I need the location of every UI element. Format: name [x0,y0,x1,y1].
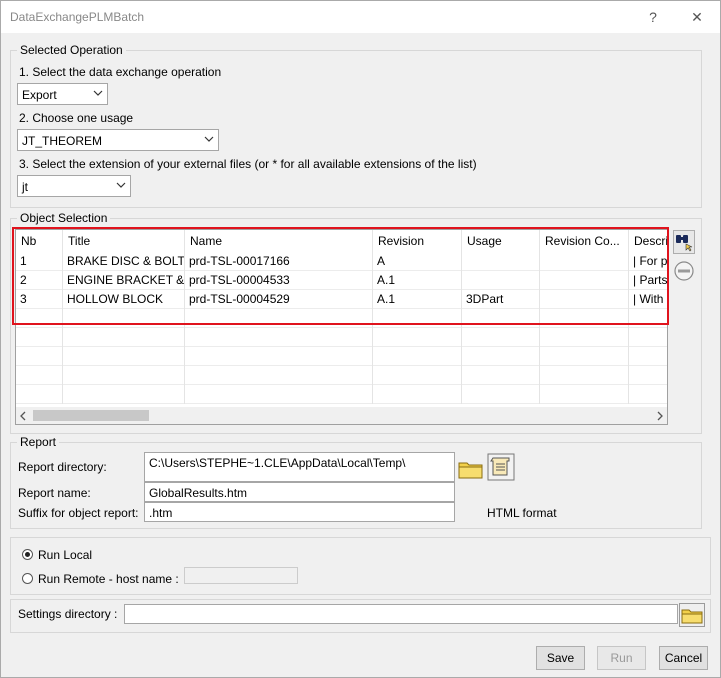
extension-select[interactable]: jt [17,175,131,197]
cell-title: BRAKE DISC & BOLTS [63,252,185,271]
column-header-name[interactable]: Name [185,230,373,252]
table-row[interactable]: 3 HOLLOW BLOCK prd-TSL-00004529 A.1 3DPa… [16,290,667,309]
report-directory-value: C:\Users\STEPHE~1.CLE\AppData\Local\Temp… [149,456,406,470]
folder-icon [679,603,705,627]
object-selection-legend: Object Selection [17,211,111,225]
run-remote-label[interactable]: Run Remote - host name : [38,572,179,586]
run-button[interactable]: Run [597,646,646,670]
settings-directory-field[interactable] [124,604,678,624]
column-header-nb[interactable]: Nb [16,230,63,252]
cell-revision: A.1 [373,271,462,290]
cell-nb: 3 [16,290,63,309]
remove-object-button[interactable] [673,259,695,283]
settings-directory-label: Settings directory : [18,607,118,621]
step1-label: 1. Select the data exchange operation [19,65,222,79]
save-button[interactable]: Save [536,646,585,670]
operation-select-value: Export [22,88,57,102]
chevron-down-icon [93,90,103,96]
scroll-document-icon [487,453,515,481]
cell-name: prd-TSL-00004529 [185,290,373,309]
report-directory-field[interactable]: C:\Users\STEPHE~1.CLE\AppData\Local\Temp… [144,452,455,482]
cell-name: prd-TSL-00017166 [185,252,373,271]
cell-description: | Parts v [633,273,668,287]
suffix-value: .htm [149,506,173,520]
empty-row [16,309,667,328]
report-name-field[interactable]: GlobalResults.htm [144,482,455,502]
run-local-label[interactable]: Run Local [38,548,92,562]
column-header-title[interactable]: Title [63,230,185,252]
cell-name: prd-TSL-00004533 [185,271,373,290]
browse-folder-button[interactable] [457,455,485,481]
cell-description: | For pa [633,254,668,268]
cell-nb: 1 [16,252,63,271]
cell-revision-comment [540,252,629,271]
binoculars-icon [676,235,693,252]
table-row[interactable]: 1 BRAKE DISC & BOLTS prd-TSL-00017166 A … [16,252,667,271]
title-bar: DataExchangePLMBatch ? ✕ [1,1,720,33]
horizontal-scrollbar[interactable] [16,407,667,424]
cell-usage [462,271,540,290]
cell-usage [462,252,540,271]
cell-description: | With F [633,292,667,306]
operation-select[interactable]: Export [17,83,108,105]
column-header-revision[interactable]: Revision [373,230,462,252]
suffix-label: Suffix for object report: [18,506,139,520]
column-header-revision-comment[interactable]: Revision Co... [540,230,629,252]
table-row[interactable]: 2 ENGINE BRACKET & ... prd-TSL-00004533 … [16,271,667,290]
host-name-field[interactable] [184,567,298,584]
cell-nb: 2 [16,271,63,290]
selected-operation-legend: Selected Operation [17,43,126,57]
scroll-right-icon[interactable] [656,411,664,421]
cell-usage: 3DPart [462,290,540,309]
empty-row [16,385,667,404]
cancel-button[interactable]: Cancel [659,646,708,670]
cell-revision-comment [540,271,629,290]
empty-row [16,347,667,366]
dialog-window: DataExchangePLMBatch ? ✕ Selected Operat… [0,0,721,678]
open-report-button[interactable] [487,453,515,481]
cell-revision: A [373,252,462,271]
report-name-label: Report name: [18,486,91,500]
cell-revision: A.1 [373,290,462,309]
scroll-left-icon[interactable] [19,411,27,421]
cell-title: HOLLOW BLOCK [63,290,185,309]
column-header-usage[interactable]: Usage [462,230,540,252]
search-objects-button[interactable] [673,230,695,254]
cell-title: ENGINE BRACKET & ... [63,271,185,290]
folder-icon [458,462,483,479]
report-directory-label: Report directory: [18,460,107,474]
report-legend: Report [17,435,60,449]
extension-select-value: jt [22,180,28,194]
run-local-radio[interactable] [22,549,33,560]
scrollbar-thumb[interactable] [33,410,149,421]
run-mode-group [10,537,711,595]
chevron-down-icon [116,182,126,188]
column-header-description[interactable]: Descri [629,230,667,252]
suffix-field[interactable]: .htm [144,502,455,522]
usage-select-value: JT_THEOREM [22,134,103,148]
object-table[interactable]: Nb Title Name Revision Usage Revision Co… [15,229,668,425]
empty-row [16,328,667,347]
run-remote-radio[interactable] [22,573,33,584]
minus-circle-icon [674,261,694,281]
cell-revision-comment [540,290,629,309]
browse-settings-button[interactable] [679,603,705,627]
empty-row [16,366,667,385]
report-name-value: GlobalResults.htm [149,486,248,500]
help-button[interactable]: ? [641,7,665,27]
step3-label: 3. Select the extension of your external… [19,157,477,171]
close-button[interactable]: ✕ [685,7,709,27]
chevron-down-icon [204,136,214,142]
window-title: DataExchangePLMBatch [10,10,145,24]
radio-selected-dot [25,552,30,557]
usage-select[interactable]: JT_THEOREM [17,129,219,151]
step2-label: 2. Choose one usage [19,111,134,125]
html-format-label: HTML format [487,506,557,520]
